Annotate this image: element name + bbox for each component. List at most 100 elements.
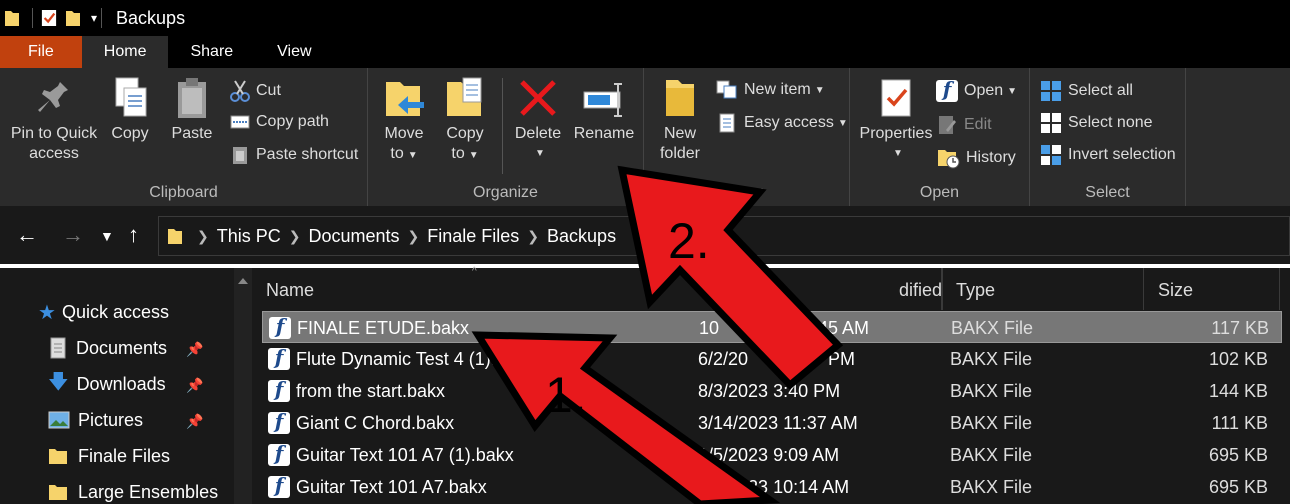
forward-arrow-icon[interactable]: → [62,222,84,248]
clipboard-group: Pin to Quick access Copy Paste Cut Copy … [0,68,368,206]
nav-downloads[interactable]: 🡇 Downloads [48,367,234,401]
up-arrow-icon[interactable]: ↑ [128,222,139,248]
breadcrumb-chevron-icon[interactable]: ❯ [289,228,301,245]
pin-icon[interactable]: 📌 [186,377,203,394]
nav-scrollbar[interactable] [234,268,252,504]
rename-button[interactable]: Rename [570,76,638,144]
group-label-open: Open [919,184,960,201]
new-item-button[interactable]: New item ▼ [716,80,825,100]
back-arrow-icon[interactable]: ← [16,222,38,248]
copy-button[interactable]: Copy [104,76,156,144]
file-size: 695 KB [1208,477,1268,497]
nav-quick-access[interactable]: ★ Quick access [38,295,169,329]
file-list: Name ^ dified Type Size f FINALE ETUDE.b… [252,266,1290,504]
group-label-new: New [730,184,763,201]
nav-documents[interactable]: Documents [48,331,234,365]
address-bar[interactable]: ❯ This PC ❯ Documents ❯ Finale Files ❯ B… [158,216,1290,256]
select-none-button[interactable]: Select none [1040,112,1153,134]
file-name: from the start.bakx [296,381,446,401]
file-row[interactable]: f from the start.bakx 8/3/2023 3:40 PM B… [262,375,1282,407]
move-to-button[interactable]: Move to ▼ [380,76,428,166]
scroll-up-arrow-icon[interactable] [238,278,248,284]
file-row[interactable]: f Guitar Text 101 A7 (1).bakx 1/5/2023 9… [262,439,1282,471]
file-row[interactable]: f Giant C Chord.bakx 3/14/2023 11:37 AM … [262,407,1282,439]
tab-share[interactable]: Share [168,36,255,68]
nav-large-ensembles[interactable]: Large Ensembles [48,475,218,504]
delete-button[interactable]: Delete ▼ [512,76,564,164]
tab-view[interactable]: View [255,36,333,68]
open-group: Properties ▼ f Open ▼ Edit History Open [850,68,1030,206]
new-folder-icon[interactable] [65,8,81,28]
invert-selection-button[interactable]: Invert selection [1040,144,1176,166]
folder-icon [49,449,67,464]
ribbon: Pin to Quick access Copy Paste Cut Copy … [0,68,1290,206]
delete-x-icon [520,80,556,116]
paste-button[interactable]: Paste [166,76,218,144]
open-button[interactable]: f Open ▼ [936,77,1017,102]
pin-icon[interactable]: 📌 [186,413,203,430]
file-name: Guitar Text 101 A7.bakx [296,477,487,497]
toolbar-divider [32,8,33,28]
easy-access-button[interactable]: Easy access ▼ [716,113,848,133]
file-type: BAKX File [950,381,1033,401]
recent-locations-chevron-icon[interactable]: ▼ [100,228,114,244]
file-name: Giant C Chord.bakx [296,413,455,433]
file-row[interactable]: f Flute Dynamic Test 4 (1). 6/2/20 PM BA… [262,343,1282,375]
finale-file-icon: f [268,377,290,402]
breadcrumb-chevron-icon[interactable]: ❯ [527,228,539,245]
paste-shortcut-icon [233,147,247,164]
quick-access-toolbar: ▾ [0,0,110,36]
column-header-size[interactable]: Size [1144,268,1280,310]
tab-file[interactable]: File [0,36,82,68]
navigation-pane: ★ Quick access Documents 📌 🡇 Downloads 📌… [0,268,234,504]
select-all-button[interactable]: Select all [1040,80,1133,102]
copy-to-button[interactable]: Copy to ▼ [440,76,490,166]
file-date-partial: 1:45 AM [803,318,870,338]
pin-icon[interactable]: 📌 [186,341,203,358]
properties-icon[interactable] [41,8,57,28]
finale-file-icon: f [268,345,290,370]
easy-access-icon [719,113,735,133]
documents-icon [50,337,66,359]
breadcrumb-chevron-icon: ❯ [197,227,209,244]
select-none-icon [1041,113,1061,133]
file-size: 695 KB [1208,445,1268,465]
rename-icon [583,83,622,117]
tab-home[interactable]: Home [81,36,169,68]
file-date: 1/3/2023 10:14 AM [698,477,850,497]
column-header-type[interactable]: Type [942,268,1144,310]
history-button[interactable]: History [936,147,1016,169]
breadcrumb-this-pc[interactable]: This PC [217,226,281,247]
nav-pictures[interactable]: Pictures [48,403,234,437]
new-item-icon [716,80,737,99]
file-name: Flute Dynamic Test 4 (1). [296,349,496,369]
pin-to-quick-access-button[interactable]: Pin to Quick access [8,76,100,164]
title-bar: ▾ Backups [0,0,1290,36]
select-all-icon [1041,81,1061,101]
file-row[interactable]: f Guitar Text 101 A7.bakx 1/3/2023 10:14… [262,471,1282,503]
ribbon-divider [502,78,503,174]
paste-shortcut-button[interactable]: Paste shortcut [230,145,358,165]
edit-button[interactable]: Edit [936,114,992,136]
breadcrumb-documents[interactable]: Documents [308,226,399,247]
nav-finale-files[interactable]: Finale Files [48,439,170,473]
file-date: 6/2/20 [698,349,749,369]
file-size: 117 KB [1211,318,1269,338]
cut-button[interactable]: Cut [230,80,281,102]
breadcrumb-backups[interactable]: Backups [547,226,616,247]
new-folder-button[interactable]: New folder [656,76,704,164]
copy-icon [115,77,147,117]
copy-path-button[interactable]: Copy path [230,113,329,131]
breadcrumb-finale-files[interactable]: Finale Files [427,226,519,247]
file-date: 8/3/2023 3:40 PM [698,381,841,401]
properties-button[interactable]: Properties ▼ [854,76,938,164]
customize-toolbar-icon[interactable]: ▾ [91,11,97,25]
group-label-organize: Organize [473,184,538,201]
breadcrumb-chevron-icon[interactable]: ❯ [408,228,420,245]
finale-file-icon: f [269,314,291,339]
file-row[interactable]: f FINALE ETUDE.bakx 10 1:45 AM BAKX File… [262,311,1282,343]
finale-file-icon: f [268,409,290,434]
column-header-date-modified[interactable]: dified [772,268,942,310]
file-name: FINALE ETUDE.bakx [297,318,470,338]
invert-selection-icon [1041,145,1061,165]
